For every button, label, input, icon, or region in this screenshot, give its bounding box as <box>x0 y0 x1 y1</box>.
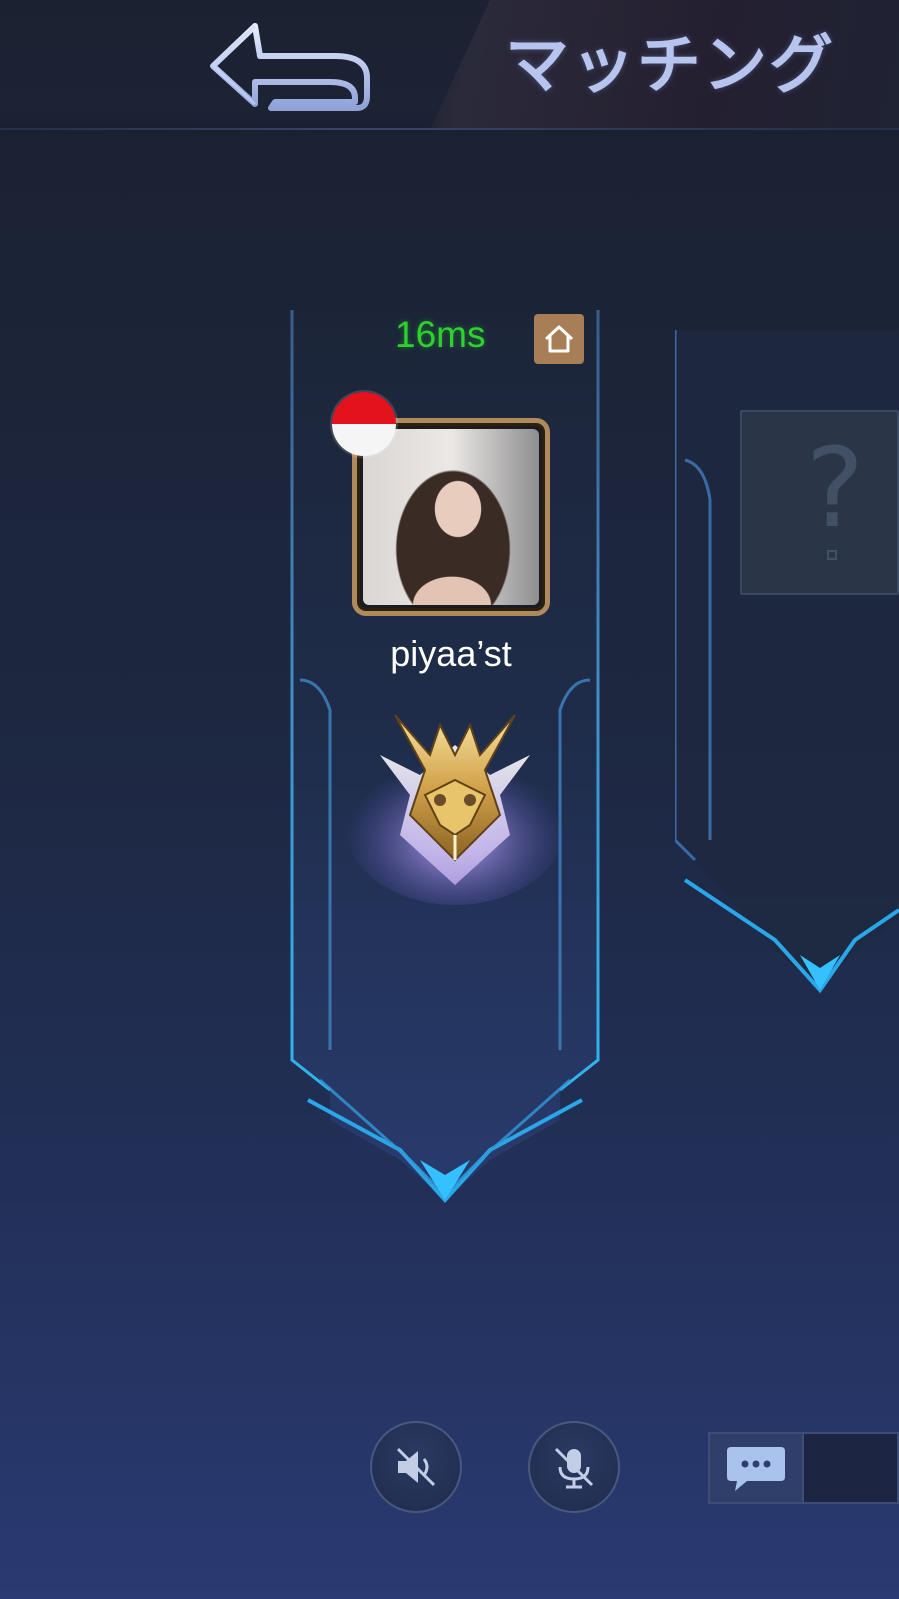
unknown-placeholder-dot <box>827 550 837 560</box>
home-button[interactable] <box>534 314 584 364</box>
mic-toggle-button[interactable] <box>528 1421 620 1513</box>
mythic-rank-emblem-icon <box>345 714 565 905</box>
back-button[interactable] <box>205 18 375 113</box>
speaker-muted-icon <box>396 1447 436 1487</box>
speaker-toggle-button[interactable] <box>370 1421 462 1513</box>
empty-player-card-frame <box>675 330 899 994</box>
indonesia-flag-icon <box>332 392 396 456</box>
mic-muted-icon <box>554 1447 594 1489</box>
chat-button[interactable] <box>710 1434 804 1502</box>
back-arrow-icon <box>210 23 370 111</box>
unknown-placeholder: ? <box>805 424 865 552</box>
ping-label: 16ms <box>395 314 486 355</box>
player-name: piyaa’st <box>390 633 512 674</box>
page-title: マッチング <box>505 28 835 103</box>
home-icon <box>544 325 574 353</box>
header-divider <box>0 128 899 130</box>
avatar-photo-detail <box>397 543 507 605</box>
chat-bubble-icon <box>727 1447 785 1491</box>
